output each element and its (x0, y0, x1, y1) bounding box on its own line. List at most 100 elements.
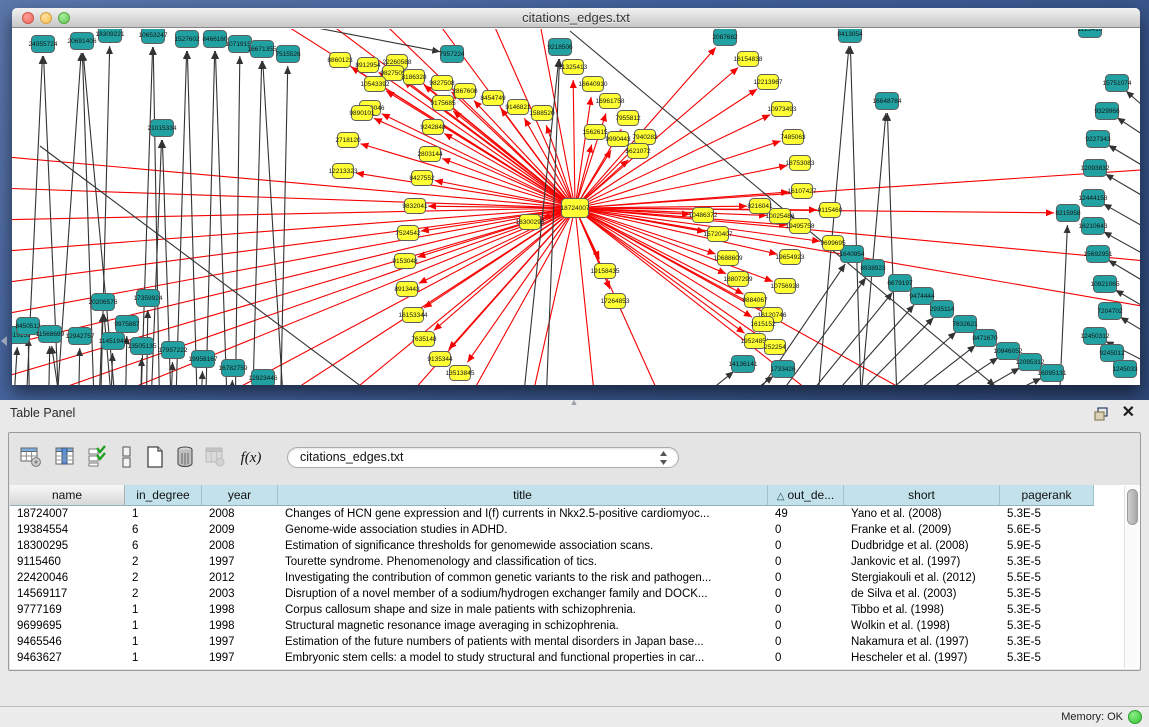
graph-node[interactable]: 1615152 (750, 317, 776, 332)
network-window-titlebar[interactable]: citations_edges.txt (12, 8, 1140, 28)
column-header-out_degree[interactable]: △out_de... (768, 485, 844, 506)
table-row[interactable]: 1456911722003Disruption of a novel membe… (10, 586, 1139, 602)
graph-node[interactable]: 2935114 (930, 301, 955, 318)
graph-node[interactable]: 1527602 (174, 31, 200, 48)
graph-node[interactable]: 16671355 (248, 41, 277, 58)
column-header-short[interactable]: short (844, 485, 1000, 506)
graph-node[interactable]: 7515526 (275, 46, 301, 63)
graph-node[interactable]: 8912954 (355, 58, 381, 73)
collapse-west-panel-icon[interactable] (1, 336, 7, 346)
network-view-canvas[interactable]: 2405572420691406183092211065324715276028… (12, 29, 1140, 385)
graph-node[interactable]: 9245012 (1099, 345, 1125, 362)
table-scrollbar[interactable] (1124, 486, 1140, 668)
graph-node[interactable]: 10688609 (714, 251, 743, 266)
graph-node[interactable]: 12093832 (1081, 160, 1110, 177)
graph-node[interactable]: 12213967 (754, 75, 783, 90)
graph-node[interactable]: 12213323 (329, 164, 358, 179)
graph-node[interactable]: 1125410 (1078, 29, 1103, 38)
graph-node[interactable]: 2718120 (335, 133, 361, 148)
graph-node[interactable]: 9884067 (742, 293, 768, 308)
graph-node[interactable]: 9329966 (1094, 103, 1120, 120)
graph-node[interactable]: 8454749 (480, 91, 506, 106)
table-scrollbar-thumb[interactable] (1127, 489, 1138, 525)
graph-node[interactable]: 9153048 (392, 254, 418, 269)
graph-node[interactable]: 252254 (764, 340, 786, 355)
graph-node[interactable]: 9699695 (820, 236, 846, 251)
graph-node[interactable]: 17264853 (601, 294, 630, 309)
graph-node[interactable]: 20206576 (89, 294, 118, 311)
graph-node[interactable]: 7635148 (411, 332, 437, 347)
graph-node[interactable]: 14136141 (729, 356, 758, 373)
graph-node[interactable]: 9135344 (427, 352, 453, 367)
table-settings-icon[interactable] (17, 444, 45, 472)
table-selector-dropdown[interactable]: citations_edges.txt (287, 447, 679, 468)
graph-node[interactable]: 1733426 (770, 361, 796, 378)
graph-node[interactable]: 16095131 (1038, 365, 1067, 382)
show-columns-icon[interactable] (51, 444, 79, 472)
graph-node[interactable]: 12450312 (1081, 328, 1110, 345)
graph-node[interactable]: 9832041 (402, 199, 428, 214)
table-row[interactable]: 1938455462009Genome-wide association stu… (10, 522, 1139, 538)
graph-node[interactable]: 16107427 (788, 184, 817, 199)
table-row[interactable]: 946362711997Embryonic stem cells: a mode… (10, 650, 1139, 666)
table-row[interactable]: 946554611997Estimation of the future num… (10, 634, 1139, 650)
graph-node[interactable]: 10486372 (689, 208, 718, 223)
table-row[interactable]: 2242004622012Investigating the contribut… (10, 570, 1139, 586)
graph-node[interactable]: 7524542 (395, 226, 421, 241)
merge-icon[interactable] (113, 444, 141, 472)
graph-node[interactable]: 15751074 (1103, 75, 1132, 92)
graph-node[interactable]: 15692951 (1084, 246, 1113, 263)
column-header-year[interactable]: year (202, 485, 278, 506)
graph-node[interactable]: 15720407 (704, 227, 733, 242)
import-table-icon[interactable] (201, 444, 229, 472)
graph-node[interactable]: 8413054 (837, 29, 863, 43)
graph-node[interactable]: 19958167 (189, 351, 218, 368)
graph-node[interactable]: 1562615 (582, 125, 608, 140)
graph-node[interactable]: 9990443 (605, 132, 631, 147)
graph-node[interactable]: 18300295 (516, 215, 545, 230)
memory-status-indicator[interactable] (1128, 710, 1142, 724)
graph-node[interactable]: 8938923 (860, 260, 886, 277)
graph-node[interactable]: 6679197 (887, 275, 913, 292)
new-column-icon[interactable] (141, 444, 169, 472)
graph-node[interactable]: 10653247 (139, 29, 168, 44)
network-graph[interactable]: 2405572420691406183092211065324715276028… (12, 29, 1140, 385)
graph-node[interactable]: 9242848 (420, 120, 446, 135)
graph-node[interactable]: 18807299 (724, 272, 753, 287)
graph-node[interactable]: 16648784 (873, 93, 902, 110)
graph-node[interactable]: 8186328 (401, 70, 427, 85)
graph-node[interactable]: 16640910 (579, 77, 608, 92)
graph-node[interactable]: 1245033 (1112, 361, 1138, 378)
graph-node[interactable]: 9890101 (349, 106, 375, 121)
graph-node[interactable]: 7957224 (439, 46, 465, 63)
graph-node[interactable]: 16154838 (734, 52, 763, 67)
column-header-name[interactable]: name (10, 485, 125, 506)
graph-node[interactable]: 2803144 (417, 147, 443, 162)
column-header-pagerank[interactable]: pagerank (1000, 485, 1094, 506)
graph-node[interactable]: 2867608 (452, 84, 478, 99)
delete-column-icon[interactable] (171, 444, 199, 472)
graph-node[interactable]: 8427552 (409, 171, 435, 186)
graph-node[interactable]: 13505135 (128, 338, 157, 355)
graph-node[interactable]: 7204702 (1097, 303, 1123, 320)
graph-node[interactable]: 19158435 (591, 264, 620, 279)
graph-node[interactable]: 21015334 (148, 120, 177, 137)
graph-node[interactable]: 17957222 (159, 342, 188, 359)
graph-node[interactable]: 10756928 (771, 279, 800, 294)
graph-node[interactable]: 24055724 (29, 36, 58, 53)
graph-node[interactable]: 9146821 (505, 100, 531, 115)
graph-node[interactable]: 7485063 (780, 130, 806, 145)
graph-node[interactable]: 11568689 (36, 326, 65, 343)
select-columns-icon[interactable] (83, 444, 111, 472)
graph-node[interactable]: 18753083 (786, 156, 815, 171)
graph-node[interactable]: 12444158 (1079, 190, 1108, 207)
graph-node[interactable]: 7955812 (615, 111, 641, 126)
graph-node[interactable]: 12942757 (66, 328, 95, 345)
graph-node[interactable]: 9227343 (1085, 131, 1111, 148)
float-panel-icon[interactable] (1094, 407, 1109, 421)
graph-node[interactable]: 19495758 (786, 219, 815, 234)
graph-node[interactable]: 11325413 (559, 60, 588, 75)
graph-node[interactable]: 9975887 (114, 316, 140, 333)
graph-node[interactable]: 2087682 (712, 29, 738, 46)
function-builder-icon[interactable]: f(x) (237, 444, 265, 472)
